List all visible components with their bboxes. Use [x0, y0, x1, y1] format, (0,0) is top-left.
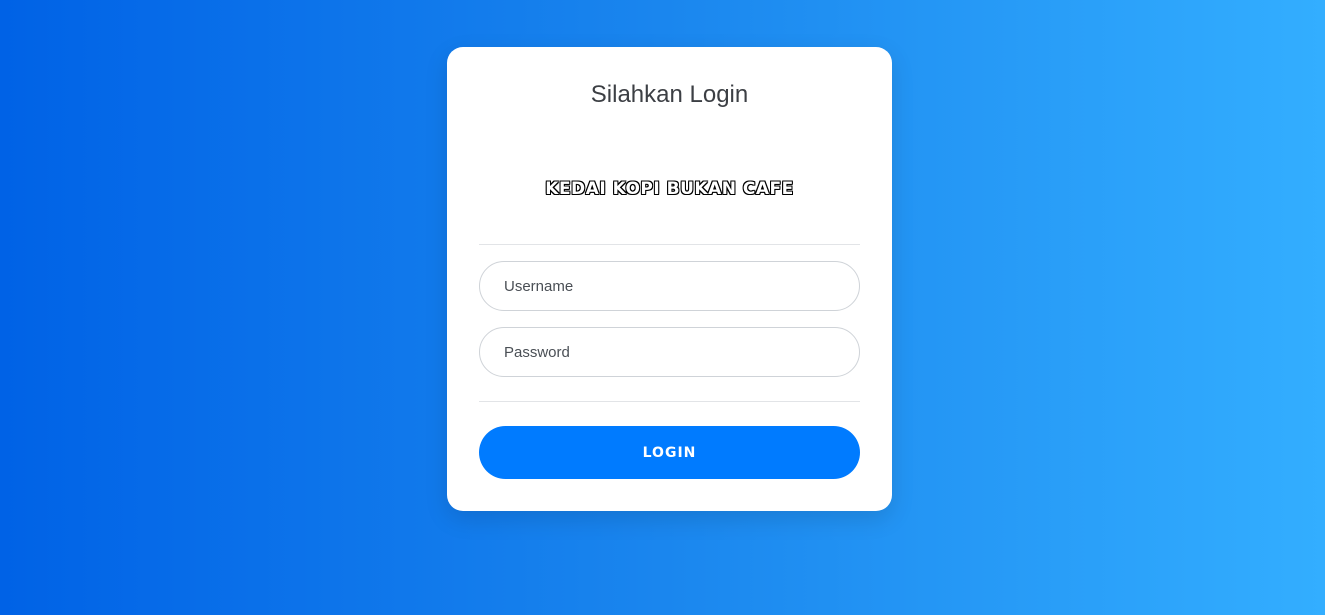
login-card: Silahkan Login KEDAI KOPI BUKAN CAFE LOG…	[447, 47, 892, 511]
login-button[interactable]: LOGIN	[479, 426, 860, 479]
divider-bottom	[479, 401, 860, 402]
card-title: Silahkan Login	[590, 81, 749, 108]
password-input[interactable]	[479, 327, 860, 377]
username-input[interactable]	[479, 261, 860, 311]
brand-logo-text: KEDAI KOPI BUKAN CAFE	[545, 179, 794, 199]
divider-top	[479, 244, 860, 245]
